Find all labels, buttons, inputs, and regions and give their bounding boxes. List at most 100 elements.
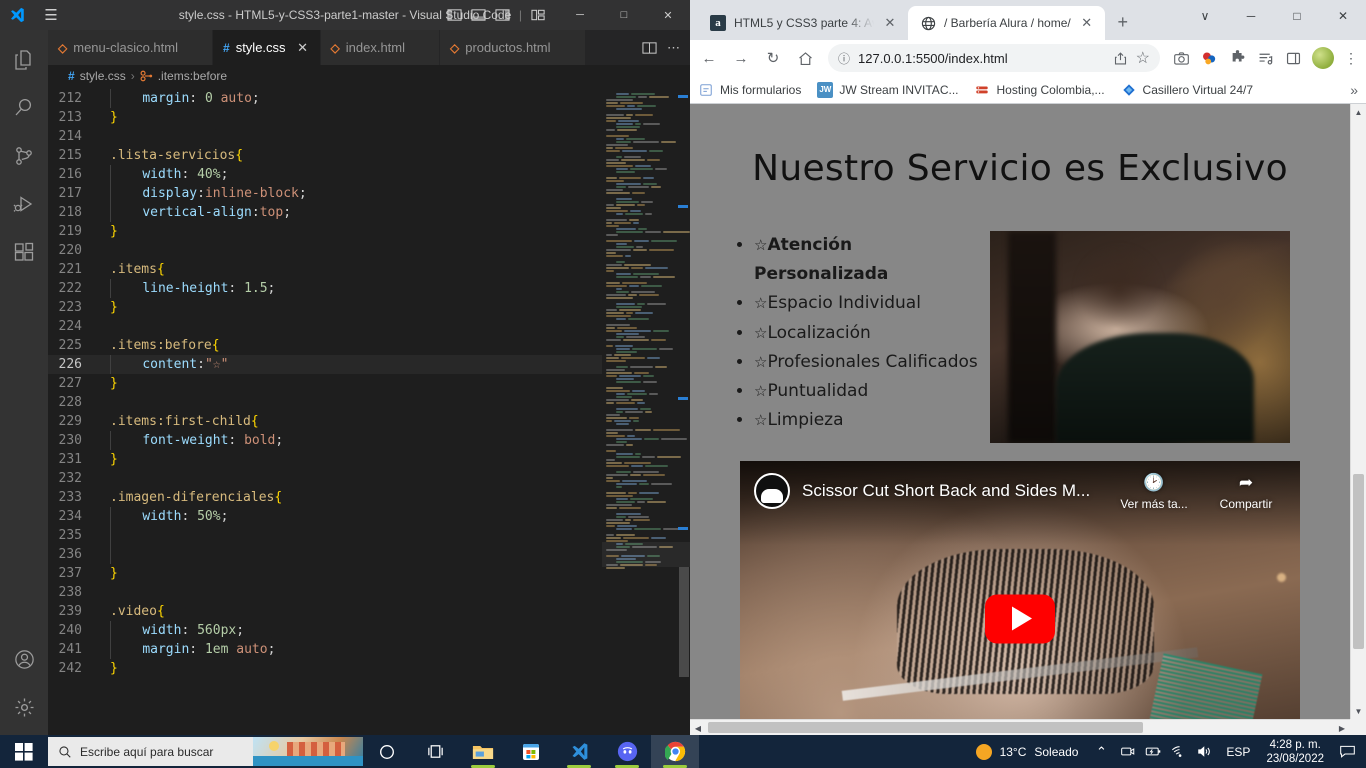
reading-list-icon[interactable] xyxy=(1252,45,1278,71)
editor-tab-productos-html[interactable]: ◇ productos.html ✕ xyxy=(440,30,586,65)
browser-tab-close-icon[interactable]: ✕ xyxy=(882,15,898,31)
split-editor-icon[interactable] xyxy=(642,41,657,55)
task-view-icon[interactable] xyxy=(411,735,459,768)
code-line[interactable]: 240 width: 560px; xyxy=(48,621,602,640)
code-line[interactable]: 237} xyxy=(48,564,602,583)
language-indicator[interactable]: ESP xyxy=(1218,745,1258,759)
browser-tab-close-icon[interactable]: ✕ xyxy=(1079,15,1095,31)
chrome-close-button[interactable]: ✕ xyxy=(1320,0,1366,32)
visual-studio-code-icon[interactable] xyxy=(555,735,603,768)
bookmark-hosting-colombia[interactable]: Hosting Colombia,... xyxy=(974,82,1105,98)
toggle-primary-sidebar-icon[interactable] xyxy=(447,8,462,22)
code-line[interactable]: 224 xyxy=(48,317,602,336)
bookmark-casillero-virtual[interactable]: Casillero Virtual 24/7 xyxy=(1121,82,1253,98)
code-line[interactable]: 232 xyxy=(48,469,602,488)
code-line[interactable]: 217 display:inline-block; xyxy=(48,184,602,203)
code-line[interactable]: 219} xyxy=(48,222,602,241)
profile-avatar[interactable] xyxy=(1312,47,1334,69)
scroll-down-arrow-icon[interactable]: ▼ xyxy=(1351,703,1366,719)
settings-gear-icon[interactable] xyxy=(0,683,48,731)
back-button[interactable]: ← xyxy=(694,43,724,73)
horizontal-scrollbar-thumb[interactable] xyxy=(708,722,1143,733)
share-icon[interactable] xyxy=(1113,51,1128,66)
reload-button[interactable]: ↻ xyxy=(758,43,788,73)
file-explorer-icon[interactable] xyxy=(459,735,507,768)
code-line[interactable]: 234 width: 50%; xyxy=(48,507,602,526)
bookmarks-overflow-icon[interactable]: » xyxy=(1350,82,1358,98)
browser-tab-html5-css3[interactable]: a HTML5 y CSS3 parte 4: Av ✕ xyxy=(698,6,908,40)
code-line[interactable]: 212 margin: 0 auto; xyxy=(48,89,602,108)
vscode-menu-button[interactable]: ☰ xyxy=(34,0,68,30)
battery-charging-icon[interactable] xyxy=(1140,735,1166,768)
weather-widget[interactable]: 13°C Soleado xyxy=(966,743,1089,760)
camera-icon[interactable] xyxy=(1114,735,1140,768)
editor-more-actions-icon[interactable]: ⋯ xyxy=(667,40,680,56)
chrome-menu-button[interactable]: ⋮ xyxy=(1340,50,1362,67)
vscode-minimize-button[interactable]: ─ xyxy=(558,0,602,30)
code-line[interactable]: 231} xyxy=(48,450,602,469)
youtube-channel-avatar-icon[interactable] xyxy=(754,473,790,509)
sidebar-item-explorer[interactable] xyxy=(0,36,48,84)
home-button[interactable] xyxy=(790,43,820,73)
code-line[interactable]: 230 font-weight: bold; xyxy=(48,431,602,450)
clock[interactable]: 4:28 p. m. 23/08/2022 xyxy=(1258,738,1332,766)
code-line[interactable]: 220 xyxy=(48,241,602,260)
forward-button[interactable]: → xyxy=(726,43,756,73)
code-line[interactable]: 228 xyxy=(48,393,602,412)
tab-search-button[interactable]: ∨ xyxy=(1182,0,1228,32)
side-panel-icon[interactable] xyxy=(1280,45,1306,71)
taskbar-search-box[interactable]: Escribe aquí para buscar xyxy=(48,737,363,766)
bookmark-mis-formularios[interactable]: Mis formularios xyxy=(698,82,801,98)
puzzle-extensions-icon[interactable] xyxy=(1224,45,1250,71)
editor-tab-menu-clasico-html[interactable]: ◇ menu-clasico.html ✕ xyxy=(48,30,213,65)
sidebar-item-source-control[interactable] xyxy=(0,132,48,180)
video-embed[interactable]: Scissor Cut Short Back and Sides M... 🕑 … xyxy=(740,461,1300,719)
code-line[interactable]: 241 margin: 1em auto; xyxy=(48,640,602,659)
code-line[interactable]: 215 .lista-servicios{ xyxy=(48,146,602,165)
code-line[interactable]: 242} xyxy=(48,659,602,678)
code-line[interactable]: 218 vertical-align:top; xyxy=(48,203,602,222)
code-line[interactable]: 223} xyxy=(48,298,602,317)
scroll-right-arrow-icon[interactable]: ▶ xyxy=(1334,720,1350,735)
microsoft-store-icon[interactable] xyxy=(507,735,555,768)
vertical-scrollbar-thumb[interactable] xyxy=(1353,474,1364,649)
editor-vertical-scrollbar-thumb[interactable] xyxy=(679,567,689,677)
color-balloons-icon[interactable] xyxy=(1196,45,1222,71)
screenshot-icon[interactable] xyxy=(1168,45,1194,71)
code-line[interactable]: 222 line-height: 1.5; xyxy=(48,279,602,298)
sidebar-item-run-debug[interactable] xyxy=(0,180,48,228)
code-line[interactable]: 216 width: 40%; xyxy=(48,165,602,184)
discord-icon[interactable] xyxy=(603,735,651,768)
scroll-up-arrow-icon[interactable]: ▲ xyxy=(1351,104,1366,120)
tray-overflow-chevron-icon[interactable]: ⌃ xyxy=(1088,735,1114,768)
chrome-maximize-button[interactable]: □ xyxy=(1274,0,1320,32)
breadcrumb-file[interactable]: style.css xyxy=(80,69,126,83)
vscode-maximize-button[interactable]: □ xyxy=(602,0,646,30)
google-chrome-icon[interactable] xyxy=(651,735,699,768)
page-horizontal-scrollbar[interactable]: ◀ ▶ xyxy=(690,719,1350,735)
sidebar-item-extensions[interactable] xyxy=(0,228,48,276)
sidebar-item-search[interactable] xyxy=(0,84,48,132)
code-line[interactable]: 227} xyxy=(48,374,602,393)
code-line[interactable]: 229 .items:first-child{ xyxy=(48,412,602,431)
vscode-close-button[interactable]: ✕ xyxy=(646,0,690,30)
code-line[interactable]: 221 .items{ xyxy=(48,260,602,279)
start-button[interactable] xyxy=(0,735,48,768)
bookmark-jw-stream[interactable]: JW JW Stream INVITAC... xyxy=(817,81,958,98)
scroll-left-arrow-icon[interactable]: ◀ xyxy=(690,720,706,735)
code-line[interactable]: 233 .imagen-diferenciales{ xyxy=(48,488,602,507)
toggle-panel-icon[interactable] xyxy=(471,8,486,22)
editor-overview-ruler[interactable] xyxy=(676,87,690,735)
code-line[interactable]: 225 .items:before{ xyxy=(48,336,602,355)
browser-tab-barberia-alura[interactable]: / Barbería Alura / home/ ✕ xyxy=(908,6,1105,40)
video-title[interactable]: Scissor Cut Short Back and Sides M... xyxy=(802,473,1102,501)
customize-layout-icon[interactable] xyxy=(531,8,546,22)
code-line[interactable]: 214 xyxy=(48,127,602,146)
volume-icon[interactable] xyxy=(1192,735,1218,768)
chrome-minimize-button[interactable]: ─ xyxy=(1228,0,1274,32)
toggle-secondary-sidebar-icon[interactable] xyxy=(495,8,510,22)
account-icon[interactable] xyxy=(0,635,48,683)
bookmark-star-icon[interactable]: ☆ xyxy=(1136,48,1150,68)
notification-icon[interactable] xyxy=(1332,735,1362,768)
editor-tab-style-css[interactable]: # style.css ✕ xyxy=(213,30,321,65)
